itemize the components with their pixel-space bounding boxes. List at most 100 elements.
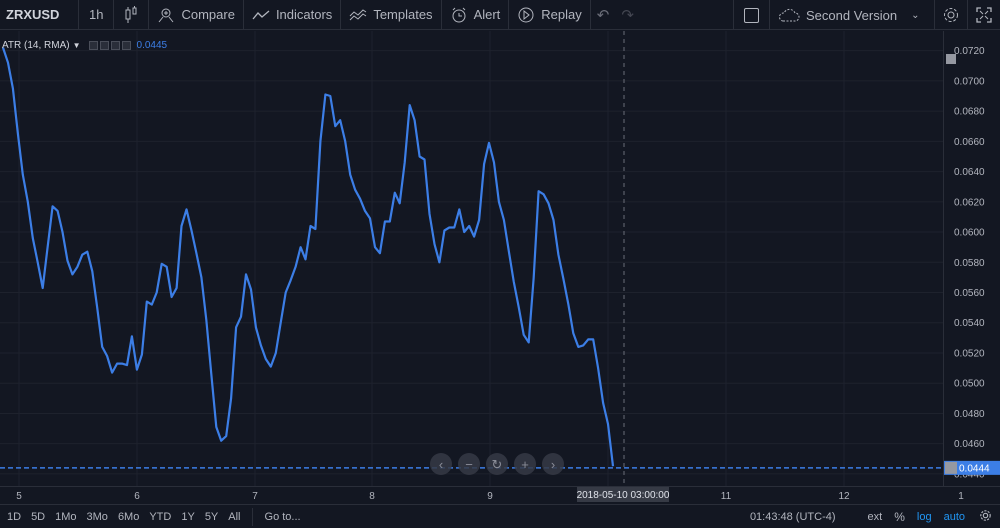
add-line-icon[interactable] <box>945 461 957 474</box>
time-tick-label: 1 <box>958 491 964 502</box>
time-tick-label: 12 <box>838 491 850 502</box>
gear-icon <box>980 510 991 521</box>
time-tick-label: 6 <box>134 491 140 502</box>
alert-button[interactable]: Alert <box>442 0 509 30</box>
symbol-search[interactable]: ZRXUSD <box>0 0 78 30</box>
time-axis: 5 6 7 8 9 11 12 1 2018-05-10 03:00:00 <box>16 487 964 502</box>
price-tick-label: 0.0500 <box>954 379 985 390</box>
scroll-left-button[interactable]: ‹ <box>430 453 452 475</box>
range-button-all[interactable]: All <box>223 511 245 523</box>
time-tick-label: 8 <box>369 491 375 502</box>
range-button-5d[interactable]: 5D <box>26 511 50 523</box>
log-toggle[interactable]: log <box>911 511 938 523</box>
gear-icon <box>944 8 958 22</box>
current-value-label: 0.0444 <box>959 463 990 474</box>
price-scale[interactable]: 0.0720 0.0700 0.0680 0.0660 0.0640 0.0620 0.06… <box>943 31 1000 486</box>
scroll-right-button[interactable]: › <box>542 453 564 475</box>
ext-toggle[interactable]: ext <box>862 511 889 523</box>
zoom-out-button[interactable]: − <box>458 453 480 475</box>
replay-label: Replay <box>541 7 582 22</box>
add-icon[interactable] <box>110 41 120 50</box>
scroll-right-icon: › <box>551 457 555 472</box>
visibility-icon[interactable] <box>88 41 98 50</box>
indicators-button[interactable]: Indicators <box>244 0 340 30</box>
candles-icon <box>122 5 140 24</box>
indicator-title[interactable]: ATR (14, RMA) <box>2 40 70 51</box>
redo-button[interactable]: ↷ <box>615 0 640 30</box>
price-tick-label: 0.0600 <box>954 228 985 239</box>
percent-toggle[interactable]: % <box>888 510 911 524</box>
reset-icon: ↻ <box>492 457 503 472</box>
auto-toggle[interactable]: auto <box>938 511 971 523</box>
price-tick-label: 0.0540 <box>954 318 985 329</box>
indicator-value: 0.0445 <box>136 40 168 51</box>
price-tick-label: 0.0480 <box>954 409 985 420</box>
price-tick-label: 0.0560 <box>954 288 985 299</box>
settings-button[interactable] <box>935 0 967 30</box>
bottom-toolbar: 1D 5D 1Mo 3Mo 6Mo YTD 1Y 5Y All Go to... 01:43:4… <box>0 504 1000 528</box>
scroll-left-icon: ‹ <box>439 457 443 472</box>
cloud-icon <box>778 6 800 24</box>
zoom-in-button[interactable]: + <box>514 453 536 475</box>
atr-chart: ‹ − ↻ + › <box>0 31 943 486</box>
price-tick-label: 0.0680 <box>954 107 985 118</box>
time-tick-label: 11 <box>721 491 732 502</box>
pane-menu-icon[interactable] <box>946 54 956 64</box>
range-button-ytd[interactable]: YTD <box>144 511 176 523</box>
save-layout-button[interactable]: Second Version ⌄ <box>770 0 934 30</box>
time-tick-label: 9 <box>487 491 493 502</box>
chevron-down-icon: ⌄ <box>911 9 920 21</box>
chart-pane[interactable]: ‹ − ↻ + › <box>0 31 943 486</box>
layout-toggle-button[interactable] <box>734 0 769 30</box>
layout-name: Second Version <box>806 7 898 23</box>
interval-button[interactable]: 1h <box>79 0 113 30</box>
close-icon[interactable] <box>121 41 131 50</box>
range-button-5y[interactable]: 5Y <box>200 511 223 523</box>
alarm-clock-icon <box>450 6 468 24</box>
square-icon <box>744 7 759 23</box>
clock[interactable]: 01:43:48 (UTC-4) <box>744 511 842 523</box>
scale-settings-button[interactable] <box>971 509 1000 525</box>
chart-style-button[interactable] <box>114 0 148 30</box>
price-tick-label: 0.0620 <box>954 197 985 208</box>
range-button-1d[interactable]: 1D <box>2 511 26 523</box>
indicator-legend: ATR (14, RMA) ▼ 0.0445 <box>2 40 167 51</box>
indicators-icon <box>252 6 270 24</box>
range-button-3mo[interactable]: 3Mo <box>82 511 113 523</box>
toolbar-right: Second Version ⌄ <box>733 0 1000 30</box>
templates-icon <box>349 6 367 24</box>
undo-button[interactable]: ↶ <box>591 0 616 30</box>
compare-icon <box>157 6 175 24</box>
redo-icon: ↷ <box>621 6 634 24</box>
zoom-in-icon: + <box>521 457 529 472</box>
compare-label: Compare <box>181 7 235 22</box>
time-scale[interactable]: 5 6 7 8 9 11 12 1 2018-05-10 03:00:00 <box>0 486 1000 504</box>
crosshair-time-label: 2018-05-10 03:00:00 <box>577 490 670 501</box>
goto-button[interactable]: Go to... <box>259 511 307 523</box>
range-button-1mo[interactable]: 1Mo <box>50 511 81 523</box>
templates-button[interactable]: Templates <box>341 0 440 30</box>
divider <box>251 507 253 526</box>
chevron-down-icon[interactable]: ▼ <box>73 41 81 50</box>
indicators-label: Indicators <box>275 7 333 22</box>
reset-button[interactable]: ↻ <box>486 453 508 475</box>
top-toolbar: ZRXUSD 1h Compare Indicators Templates A… <box>0 0 1000 30</box>
fullscreen-button[interactable] <box>968 0 1000 30</box>
alert-label: Alert <box>473 7 501 22</box>
replay-button[interactable]: Replay <box>509 0 589 30</box>
price-tick-label: 0.0720 <box>954 46 985 57</box>
date-range-selector: 1D 5D 1Mo 3Mo 6Mo YTD 1Y 5Y All <box>0 511 246 523</box>
range-button-6mo[interactable]: 6Mo <box>113 511 144 523</box>
undo-icon: ↶ <box>596 6 610 24</box>
price-tick-label: 0.0640 <box>954 167 985 178</box>
range-button-1y[interactable]: 1Y <box>176 511 199 523</box>
time-tick-label: 5 <box>16 491 22 502</box>
atr-series-line <box>1 47 615 467</box>
price-tick-label: 0.0660 <box>954 137 985 148</box>
settings-icon[interactable] <box>99 41 109 50</box>
price-tick-label: 0.0520 <box>954 348 985 359</box>
replay-icon <box>517 6 535 24</box>
templates-label: Templates <box>373 7 433 22</box>
price-tick-label: 0.0700 <box>954 76 985 87</box>
compare-button[interactable]: Compare <box>149 0 242 30</box>
